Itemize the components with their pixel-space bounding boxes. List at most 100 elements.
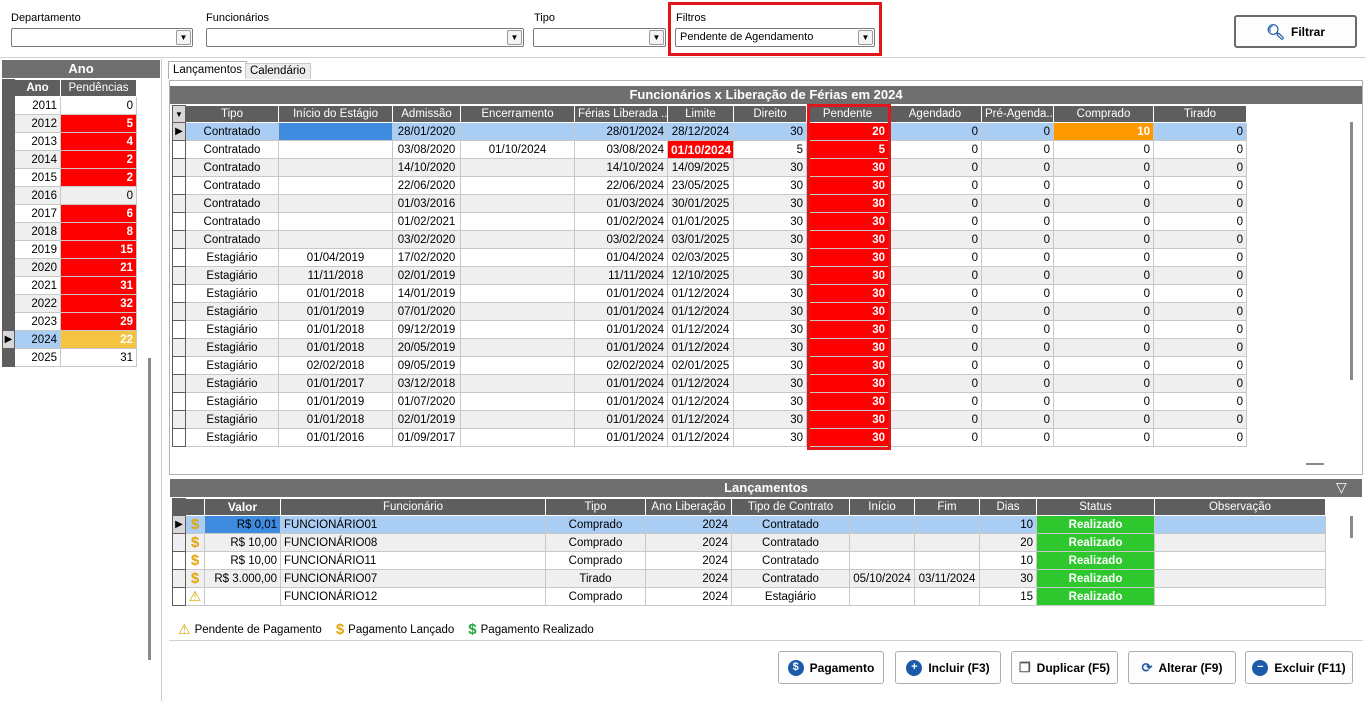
grid-cell[interactable]: 0 — [888, 356, 982, 375]
grid-cell[interactable]: Contratado — [185, 230, 279, 249]
grid-cell[interactable]: R$ 0,01 — [204, 515, 281, 534]
filtrar-button[interactable]: 🔍︎ Filtrar — [1234, 15, 1357, 48]
table-row[interactable]: $ R$ 10,00 FUNCIONÁRIO11 Comprado 2024 Contra… — [172, 551, 1326, 570]
pendencias-cell[interactable]: 5 — [60, 114, 137, 133]
grid-cell[interactable]: 01/01/2024 — [574, 428, 668, 447]
grid-cell[interactable]: Contratado — [185, 194, 279, 213]
grid-cell[interactable] — [278, 176, 393, 195]
grid-cell[interactable] — [460, 356, 575, 375]
grid-cell[interactable] — [1154, 551, 1326, 570]
grid-cell[interactable] — [278, 212, 393, 231]
grid-cell[interactable] — [849, 587, 915, 606]
pendencias-cell[interactable]: 0 — [60, 186, 137, 205]
year-cell[interactable]: 2025 — [14, 348, 61, 367]
grid-cell[interactable]: 0 — [888, 158, 982, 177]
grid-cell[interactable]: 28/01/2020 — [392, 122, 461, 141]
main-grid-scrollbar[interactable] — [1350, 122, 1353, 380]
grid-cell[interactable]: 0 — [1153, 194, 1247, 213]
table-row[interactable]: Estagiário 01/01/2018 20/05/2019 01/01/2024… — [172, 338, 1247, 357]
grid-cell[interactable]: 07/01/2020 — [392, 302, 461, 321]
grid-cell[interactable]: Tirado — [545, 569, 646, 588]
grid-cell[interactable]: 23/05/2025 — [667, 176, 734, 195]
grid-cell[interactable]: 2024 — [645, 587, 732, 606]
grid-cell[interactable]: 0 — [981, 176, 1054, 195]
funcionarios-select[interactable]: ▼ — [206, 28, 524, 47]
grid-cell[interactable]: 0 — [888, 338, 982, 357]
year-row[interactable]: 2019 15 — [2, 240, 137, 259]
grid-cell[interactable]: 14/09/2025 — [667, 158, 734, 177]
year-row[interactable]: 2013 4 — [2, 132, 137, 151]
grid-cell[interactable] — [1154, 569, 1326, 588]
column-header[interactable]: Fim — [914, 498, 980, 516]
grid-cell[interactable]: 01/12/2024 — [667, 320, 734, 339]
grid-cell[interactable]: Contratado — [185, 212, 279, 231]
grid-cell[interactable]: 0 — [981, 158, 1054, 177]
grid-cell[interactable] — [1154, 587, 1326, 606]
grid-cell[interactable]: 11/11/2024 — [574, 266, 668, 285]
grid-cell[interactable]: 0 — [888, 320, 982, 339]
grid-cell[interactable] — [460, 176, 575, 195]
alterar-button[interactable]: ⟳ Alterar (F9) — [1128, 651, 1236, 684]
status-badge[interactable]: Realizado — [1036, 533, 1155, 552]
column-header[interactable]: Tirado — [1153, 105, 1247, 123]
grid-cell[interactable]: 01/12/2024 — [667, 284, 734, 303]
column-header[interactable]: Tipo — [545, 498, 646, 516]
grid-cell[interactable]: 2024 — [645, 551, 732, 570]
filter-icon[interactable]: ▽ — [1336, 479, 1347, 496]
grid-cell[interactable]: 0 — [981, 140, 1054, 159]
column-header[interactable]: Início do Estágio — [278, 105, 393, 123]
year-row[interactable]: 2017 6 — [2, 204, 137, 223]
grid-cell[interactable]: 03/08/2020 — [392, 140, 461, 159]
grid-cell[interactable]: Contratado — [731, 569, 850, 588]
year-row[interactable]: 2018 8 — [2, 222, 137, 241]
grid-cell[interactable]: 0 — [1153, 320, 1247, 339]
grid-cell[interactable]: 0 — [1153, 122, 1247, 141]
grid-cell[interactable] — [460, 284, 575, 303]
grid-cell[interactable]: 30 — [733, 158, 807, 177]
year-row[interactable]: 2021 31 — [2, 276, 137, 295]
grid-cell[interactable]: 01/10/2024 — [460, 140, 575, 159]
grid-cell[interactable]: 02/01/2019 — [392, 410, 461, 429]
grid-cell[interactable]: 01/04/2019 — [278, 248, 393, 267]
column-header[interactable]: Status — [1036, 498, 1155, 516]
year-scrollbar[interactable] — [148, 358, 151, 660]
column-header[interactable]: Agendado — [888, 105, 982, 123]
table-row[interactable]: Estagiário 02/02/2018 09/05/2019 02/02/2024… — [172, 356, 1247, 375]
grid-cell[interactable] — [914, 515, 980, 534]
grid-cell[interactable]: 20 — [979, 533, 1037, 552]
grid-cell[interactable]: 0 — [1053, 320, 1154, 339]
column-header[interactable]: Férias Liberada ... — [574, 105, 668, 123]
year-cell[interactable]: 2013 — [14, 132, 61, 151]
grid-cell[interactable] — [460, 338, 575, 357]
grid-cell[interactable]: 0 — [981, 320, 1054, 339]
grid-cell[interactable]: FUNCIONÁRIO08 — [280, 533, 546, 552]
grid-cell[interactable]: 0 — [1153, 428, 1247, 447]
grid-cell[interactable]: 30 — [733, 266, 807, 285]
grid-cell[interactable]: 01/12/2024 — [667, 410, 734, 429]
year-row[interactable]: 2012 5 — [2, 114, 137, 133]
table-row[interactable]: Estagiário 01/01/2018 09/12/2019 01/01/2024… — [172, 320, 1247, 339]
grid-cell[interactable]: 0 — [1053, 266, 1154, 285]
grid-cell[interactable]: 01/01/2024 — [574, 392, 668, 411]
pendencias-cell[interactable]: 32 — [60, 294, 137, 313]
excluir-button[interactable]: − Excluir (F11) — [1245, 651, 1353, 684]
pendencias-cell[interactable]: 22 — [60, 330, 137, 349]
column-header[interactable]: Funcionário — [280, 498, 546, 516]
grid-cell[interactable]: Contratado — [185, 158, 279, 177]
grid-cell[interactable]: 01/01/2024 — [574, 410, 668, 429]
grid-cell[interactable]: 30 — [733, 392, 807, 411]
grid-cell[interactable]: Comprado — [545, 587, 646, 606]
grid-cell[interactable]: Estagiário — [185, 248, 279, 267]
grid-cell[interactable]: 30 — [733, 194, 807, 213]
year-row[interactable]: 2023 29 — [2, 312, 137, 331]
table-row[interactable]: Estagiário 01/01/2019 01/07/2020 01/01/2024… — [172, 392, 1247, 411]
grid-cell[interactable]: 0 — [1053, 140, 1154, 159]
grid-cell[interactable]: 01/01/2024 — [574, 374, 668, 393]
grid-cell[interactable]: 0 — [888, 302, 982, 321]
table-row[interactable]: ▶ $ R$ 0,01 FUNCIONÁRIO01 Comprado 2024 Contra… — [172, 515, 1326, 534]
table-row[interactable]: Contratado 22/06/2020 22/06/2024 23/05/2025… — [172, 176, 1247, 195]
grid-cell[interactable]: 14/10/2024 — [574, 158, 668, 177]
grid-cell[interactable]: 0 — [1153, 284, 1247, 303]
grid-cell[interactable]: Estagiário — [185, 428, 279, 447]
grid-cell[interactable]: 01/01/2024 — [574, 302, 668, 321]
